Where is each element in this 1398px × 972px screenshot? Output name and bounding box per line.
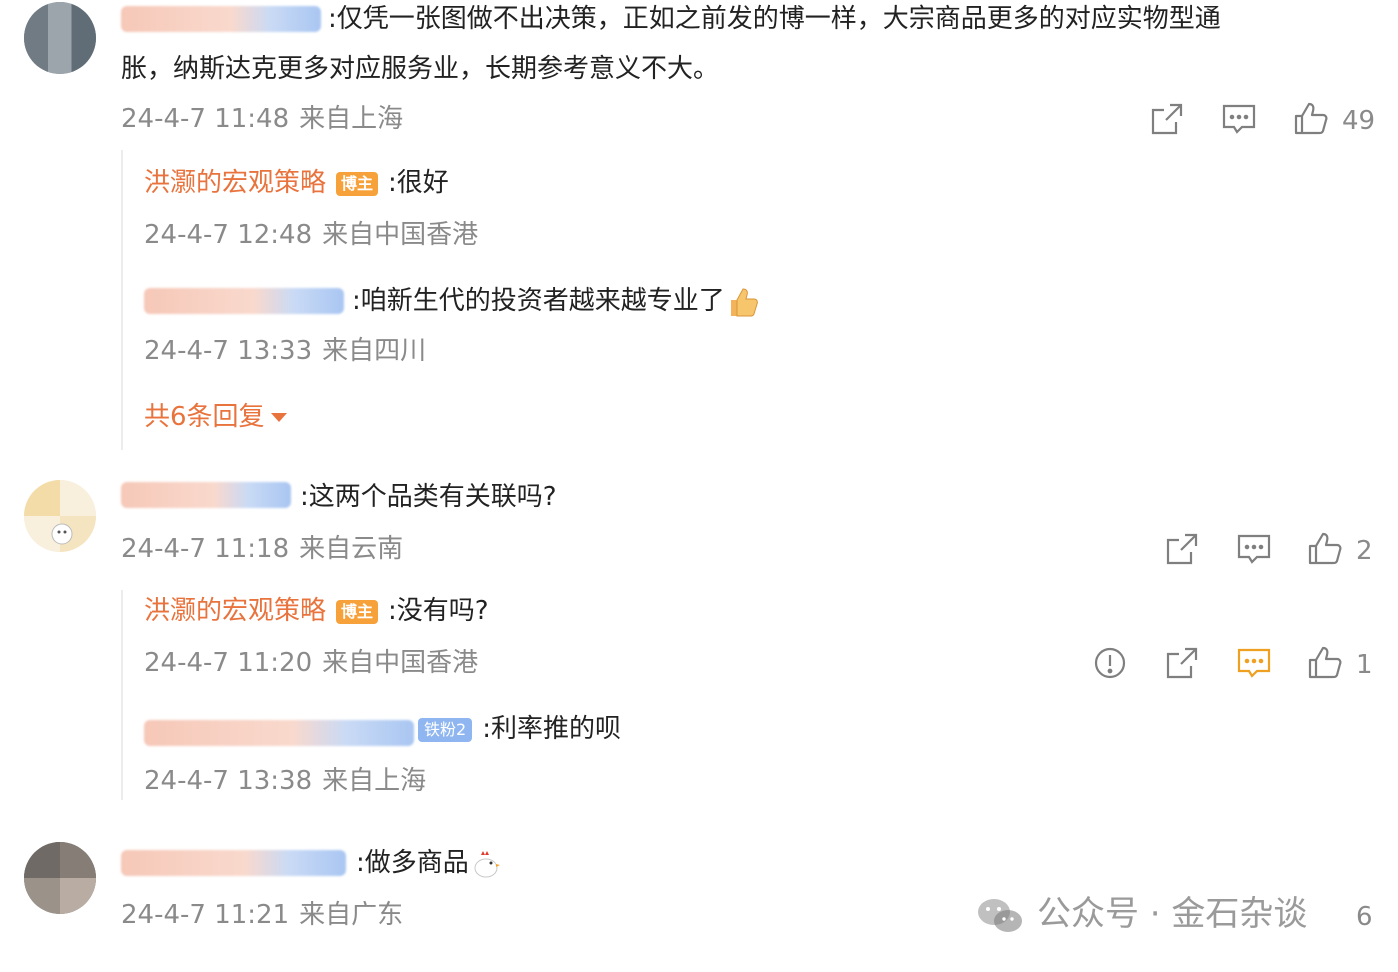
report-icon[interactable] (1091, 644, 1129, 682)
location: 来自中国香港 (322, 648, 479, 678)
reply-meta: 24-4-7 13:33 来自四川 (144, 334, 426, 368)
timestamp: 24-4-7 13:38 (144, 766, 313, 796)
comment-text: :做多商品 (356, 848, 469, 878)
comment-icon[interactable] (1220, 100, 1258, 138)
like-icon[interactable] (1292, 100, 1330, 138)
reply-content: 铁粉2 :利率推的呗 (418, 712, 621, 746)
comment-1: :仅凭一张图做不出决策，正如之前发的博一样，大宗商品更多的对应实物型通 胀，纳斯… (0, 0, 1398, 460)
author-name[interactable]: 洪灏的宏观策略 (144, 168, 326, 198)
comment-text-line2: 胀，纳斯达克更多对应服务业，长期参考意义不大。 (121, 54, 720, 84)
location: 来自中国香港 (322, 220, 479, 250)
rooster-emoji-icon (474, 850, 500, 877)
avatar[interactable] (24, 2, 96, 74)
timestamp: 24-4-7 13:33 (144, 336, 313, 366)
comment-icon[interactable] (1235, 530, 1273, 568)
location: 来自上海 (299, 104, 404, 134)
username-blurred[interactable] (144, 288, 344, 314)
reply-thread-line (121, 150, 123, 450)
comment-meta: 24-4-7 11:21 来自广东 (121, 898, 403, 932)
reply-thread-line (121, 590, 123, 800)
watermark: 公众号 · 金石杂谈 (975, 892, 1307, 936)
like-icon[interactable] (1306, 644, 1344, 682)
share-icon[interactable] (1163, 530, 1201, 568)
avatar-image (24, 480, 96, 552)
share-icon[interactable] (1163, 644, 1201, 682)
reply-text: :咱新生代的投资者越来越专业了 (352, 286, 725, 316)
like-icon[interactable] (1306, 530, 1344, 568)
thumbs-up-emoji-icon (730, 287, 758, 316)
timestamp: 24-4-7 11:20 (144, 648, 313, 678)
username-blurred[interactable] (121, 6, 321, 32)
reply-author[interactable]: 洪灏的宏观策略 博主 :没有吗? (144, 594, 489, 628)
avatar[interactable] (24, 480, 96, 552)
reply-text: :利率推的呗 (482, 714, 621, 744)
reply-meta: 24-4-7 11:20 来自中国香港 (144, 646, 478, 680)
avatar[interactable] (24, 842, 96, 914)
location: 来自四川 (322, 336, 427, 366)
avatar-image (24, 2, 96, 74)
blogger-badge: 博主 (336, 599, 379, 624)
comment-text: :这两个品类有关联吗? (300, 482, 557, 512)
reply-content: :咱新生代的投资者越来越专业了 (352, 284, 759, 319)
like-count: 49 (1342, 106, 1376, 136)
comment-meta: 24-4-7 11:18 来自云南 (121, 532, 403, 566)
author-name[interactable]: 洪灏的宏观策略 (144, 596, 326, 626)
watermark-text: 公众号 · 金石杂谈 (1037, 894, 1308, 934)
reply-text: :没有吗? (388, 596, 489, 626)
caret-down-icon (270, 413, 287, 422)
comment-icon-active[interactable] (1235, 644, 1273, 682)
location: 来自广东 (299, 900, 404, 930)
timestamp: 24-4-7 11:18 (121, 534, 290, 564)
comment-text: :仅凭一张图做不出决策，正如之前发的博一样，大宗商品更多的对应实物型通 (328, 4, 1221, 34)
blogger-badge: 博主 (336, 171, 379, 196)
reply-meta: 24-4-7 12:48 来自中国香港 (144, 218, 478, 252)
reply-text: :很好 (388, 168, 449, 198)
like-count: 2 (1356, 536, 1373, 566)
share-icon[interactable] (1148, 100, 1186, 138)
timestamp: 24-4-7 12:48 (144, 220, 313, 250)
comment-content: :做多商品 (356, 846, 503, 881)
username-blurred[interactable] (121, 850, 346, 876)
avatar-image (24, 842, 96, 914)
location: 来自云南 (299, 534, 404, 564)
reply-meta: 24-4-7 13:38 来自上海 (144, 764, 426, 798)
wechat-icon (978, 898, 1022, 932)
timestamp: 24-4-7 11:48 (121, 104, 290, 134)
comment-meta: 24-4-7 11:48 来自上海 (121, 102, 403, 136)
username-blurred[interactable] (144, 720, 414, 746)
reply-author[interactable]: 洪灏的宏观策略 博主 :很好 (144, 166, 449, 200)
timestamp: 24-4-7 11:21 (121, 900, 290, 930)
fan-badge: 铁粉2 (418, 717, 473, 742)
username-blurred[interactable] (121, 482, 291, 508)
expand-replies-label[interactable]: 共6条回复 (144, 402, 265, 432)
like-count: 1 (1356, 650, 1373, 680)
like-count: 6 (1356, 902, 1373, 932)
comment-2: :这两个品类有关联吗? 24-4-7 11:18 来自云南 2 洪灏的宏观策略 博主… (0, 470, 1398, 810)
location: 来自上海 (322, 766, 427, 796)
expand-replies-link[interactable]: 共6条回复 (144, 400, 287, 434)
